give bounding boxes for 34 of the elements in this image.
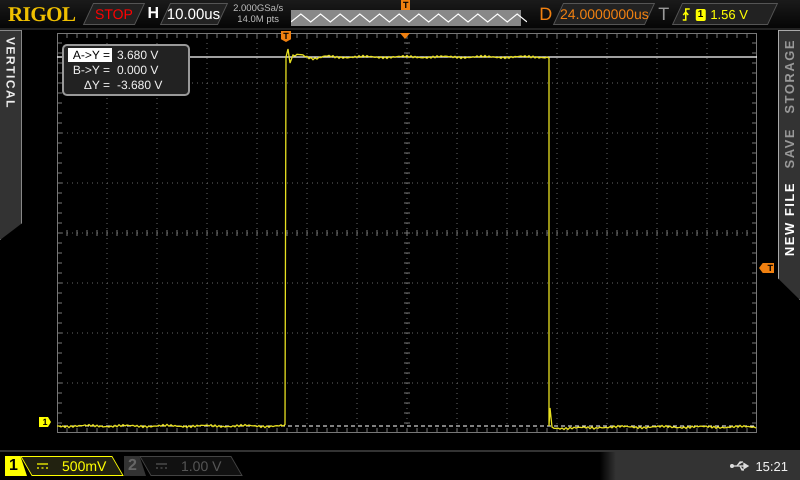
usb-icon — [729, 460, 752, 472]
channel-scale-display[interactable]: 500mV — [20, 456, 124, 476]
menu-item[interactable]: STORAGE — [782, 39, 797, 114]
cursor-value: 0.000 V — [117, 63, 158, 77]
trigger-level-marker: T — [759, 263, 774, 273]
run-stop-indicator[interactable]: STOP — [82, 3, 145, 25]
channel-number[interactable]: 1 — [5, 456, 27, 476]
brand-logo: RIGOL — [8, 2, 76, 26]
cursor-label: ΔY = — [82, 78, 111, 92]
dc-coupling-icon — [156, 463, 167, 469]
memory-depth: 14.0M pts — [237, 14, 280, 25]
delay-label: D — [539, 4, 552, 24]
trigger-position-pointer — [400, 33, 410, 39]
trigger-level: 1.56 V — [710, 6, 748, 22]
cursor-label: B->Y = — [72, 63, 111, 77]
trigger-display[interactable]: 1 1.56 V — [672, 3, 778, 25]
cursor-value: 3.680 V — [117, 48, 158, 62]
trigger-position-marker: T — [401, 0, 410, 10]
sample-rate: 2.000GSa/s — [233, 3, 284, 14]
channel-marker: 1 — [39, 417, 51, 427]
vertical-tab[interactable]: VERTICAL — [0, 30, 22, 240]
trigger-position-marker: T — [281, 31, 291, 42]
clock-time: 15:21 — [755, 458, 788, 474]
timebase-display[interactable]: 10.00us — [160, 3, 228, 25]
delay-display[interactable]: 24.0000000us — [553, 3, 656, 25]
menu-item[interactable]: NEW FILE — [782, 182, 797, 256]
rising-edge-icon — [682, 8, 692, 20]
trigger-source-badge: 1 — [696, 8, 706, 20]
dc-coupling-icon — [37, 463, 48, 469]
cursor-label: A->Y = — [68, 48, 112, 62]
trigger-label: T — [658, 4, 670, 24]
menu-item[interactable]: SAVE — [782, 128, 797, 168]
horizontal-label: H — [148, 5, 160, 23]
cursor-value: -3.680 V — [117, 78, 162, 92]
